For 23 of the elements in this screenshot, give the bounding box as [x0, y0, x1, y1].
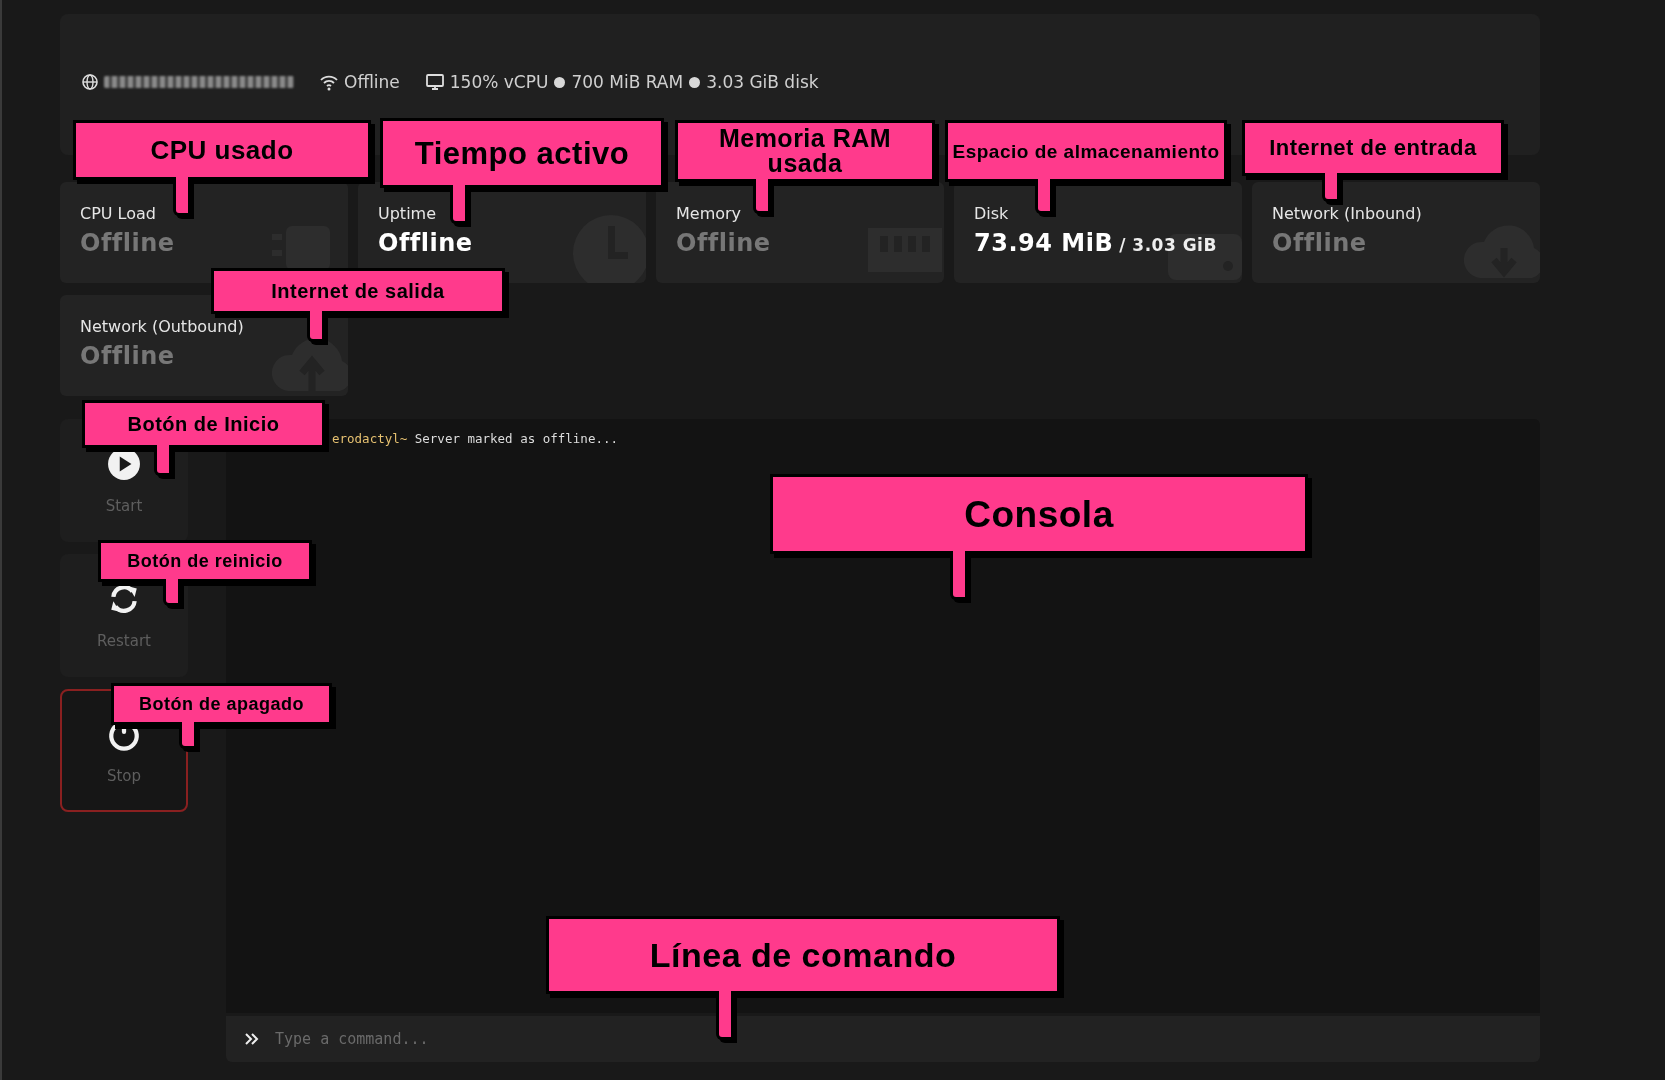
stat-value: 73.94 MiB — [974, 229, 1114, 257]
chevrons-icon — [244, 1031, 259, 1047]
wifi-icon — [320, 73, 338, 91]
resource-limit: 150% vCPU — [449, 72, 549, 92]
resource-limit: 3.03 GiB disk — [706, 72, 819, 92]
stat-value: Offline — [80, 342, 175, 370]
stat-limit: / 3.03 GiB — [1119, 235, 1217, 255]
stat-value: Offline — [1272, 229, 1367, 257]
separator-dot — [689, 76, 701, 88]
stat-label: Network (Inbound) — [1272, 204, 1422, 223]
console-line: erodactyl~ Server marked as offline... — [332, 431, 618, 446]
monitor-icon — [425, 73, 444, 91]
stat-value: Offline — [676, 229, 771, 257]
globe-icon — [82, 74, 98, 90]
stat-label: Network (Outbound) — [80, 317, 244, 336]
resource-limit: 700 MiB RAM — [571, 72, 684, 92]
stat-label: CPU Load — [80, 204, 156, 223]
stat-label: Uptime — [378, 204, 436, 223]
stat-label: Disk — [974, 204, 1009, 223]
connection-status: Offline — [344, 72, 400, 92]
stat-value: Offline — [378, 229, 473, 257]
separator-dot — [554, 76, 566, 88]
stat-value: Offline — [80, 229, 175, 257]
